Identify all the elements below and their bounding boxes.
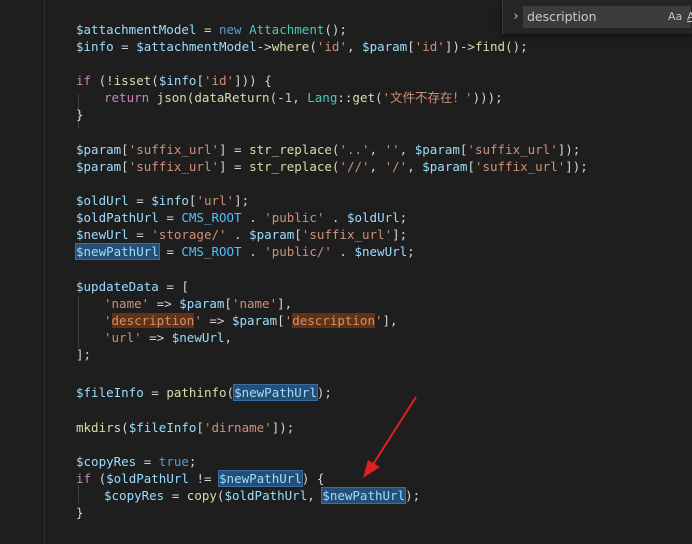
code-line: $newUrl = 'storage/' . $param['suffix_ur… (76, 227, 408, 242)
code-line: 'name' => $param['name'], (104, 296, 293, 311)
code-line: $oldPathUrl = CMS_ROOT . 'public' . $old… (76, 210, 408, 225)
match-case-button[interactable]: Aa (668, 7, 682, 27)
code-line: $param['suffix_url'] = str_replace('//',… (76, 159, 588, 174)
search-match: description (292, 313, 375, 328)
code-line: ]; (76, 347, 92, 362)
search-match: description (111, 313, 195, 328)
code-line: $oldUrl = $info['url']; (76, 193, 250, 208)
find-query-text: description (527, 9, 597, 24)
indent-guide (78, 296, 79, 348)
code-line: $copyRes = true; (76, 454, 197, 469)
code-line: } (76, 107, 84, 122)
code-line: $attachmentModel = new Attachment(); (76, 22, 347, 37)
code-line: mkdirs($fileInfo['dirname']); (76, 420, 295, 435)
code-line: 'description' => $param['description'], (104, 313, 398, 328)
code-line: if ($oldPathUrl != $newPathUrl) { (76, 470, 325, 487)
code-line: $param['suffix_url'] = str_replace('..',… (76, 142, 581, 157)
code-line: $copyRes = copy($oldPathUrl, $newPathUrl… (104, 487, 421, 504)
whole-word-button[interactable]: Ab (687, 7, 692, 27)
code-line: if (!isset($info['id'])) { (76, 73, 272, 88)
code-line: return json(dataReturn(-1, Lang::get('文件… (104, 90, 503, 105)
code-line: $newPathUrl = CMS_ROOT . 'public/' . $ne… (75, 243, 415, 260)
code-line: $info = $attachmentModel->where('id', $p… (76, 39, 528, 54)
find-widget: › description Aa Ab (502, 0, 692, 34)
find-input[interactable]: description Aa Ab (523, 6, 692, 28)
code-line: 'url' => $newUrl, (104, 330, 232, 345)
code-line: } (76, 505, 84, 520)
code-line: $updateData = [ (76, 279, 189, 294)
code-editor[interactable]: $attachmentModel = new Attachment(); $in… (0, 0, 692, 544)
code-line: $fileInfo = pathinfo($newPathUrl); (76, 384, 332, 401)
gutter-divider (44, 0, 45, 544)
indent-guide (78, 485, 79, 503)
